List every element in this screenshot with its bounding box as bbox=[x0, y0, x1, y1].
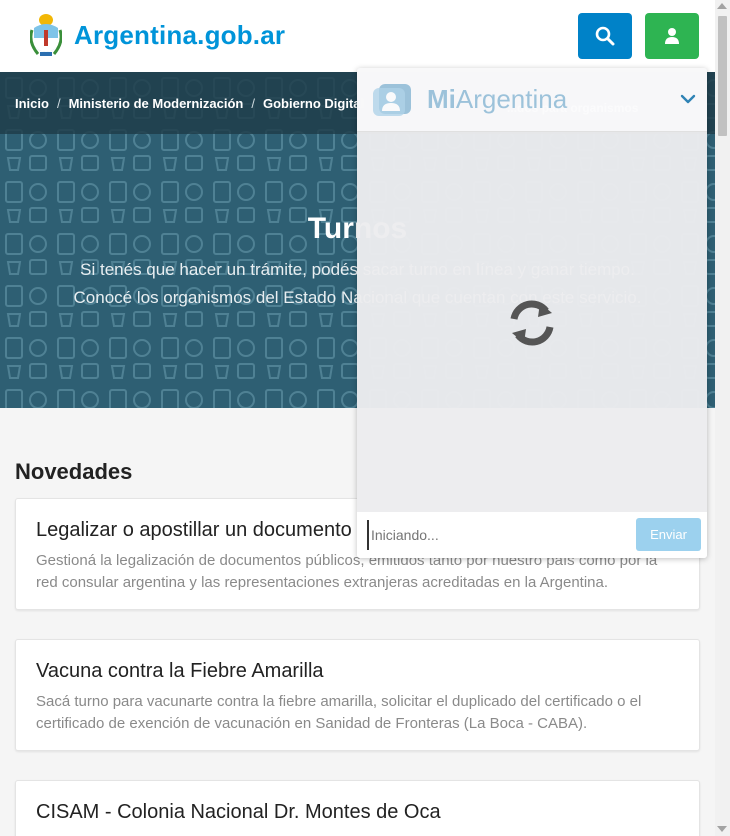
scroll-up-arrow-icon[interactable] bbox=[717, 3, 727, 9]
news-card-title[interactable]: CISAM - Colonia Nacional Dr. Montes de O… bbox=[36, 801, 679, 824]
breadcrumb-item-ministerio[interactable]: Ministerio de Modernización bbox=[69, 96, 244, 111]
chat-send-button[interactable]: Enviar bbox=[636, 518, 701, 551]
miargentina-logo-icon bbox=[373, 84, 411, 116]
chat-input-bar: Enviar bbox=[357, 512, 707, 558]
chat-header[interactable]: ...dos para organismos MiArgentina bbox=[357, 68, 707, 132]
breadcrumb-separator: / bbox=[251, 95, 255, 111]
news-card-desc: Sacá turno para vacunarte contra la fieb… bbox=[36, 693, 642, 732]
news-card-title[interactable]: Vacuna contra la Fiebre Amarilla bbox=[36, 660, 679, 683]
search-button[interactable] bbox=[578, 13, 632, 59]
news-card[interactable]: CISAM - Colonia Nacional Dr. Montes de O… bbox=[15, 780, 700, 836]
refresh-spinner-icon bbox=[510, 300, 554, 346]
chat-message-input[interactable] bbox=[367, 520, 627, 550]
coat-of-arms-icon bbox=[30, 14, 62, 56]
miargentina-chat-panel: ...dos para organismos MiArgentina Envia… bbox=[357, 68, 707, 558]
user-icon bbox=[665, 28, 679, 44]
chat-brand-prefix: Mi bbox=[427, 83, 456, 114]
login-button[interactable] bbox=[645, 13, 699, 59]
search-icon bbox=[595, 26, 615, 46]
chat-brand-suffix: Argentina bbox=[455, 83, 568, 114]
chevron-down-icon[interactable] bbox=[679, 90, 697, 108]
scroll-down-arrow-icon[interactable] bbox=[717, 826, 727, 832]
site-logo[interactable]: Argentina.gob.ar bbox=[30, 12, 285, 58]
news-card[interactable]: Vacuna contra la Fiebre Amarilla Sacá tu… bbox=[15, 639, 700, 751]
news-section-title: Novedades bbox=[15, 459, 133, 484]
breadcrumb-item-inicio[interactable]: Inicio bbox=[15, 96, 49, 111]
miargentina-logo: MiArgentina bbox=[371, 80, 567, 118]
breadcrumb-item-gobierno-digital[interactable]: Gobierno Digital bbox=[263, 96, 364, 111]
scrollbar-thumb[interactable] bbox=[718, 16, 727, 136]
site-name: Argentina.gob.ar bbox=[74, 19, 286, 50]
site-header: Argentina.gob.ar bbox=[0, 0, 715, 72]
breadcrumb-separator: / bbox=[56, 95, 61, 111]
